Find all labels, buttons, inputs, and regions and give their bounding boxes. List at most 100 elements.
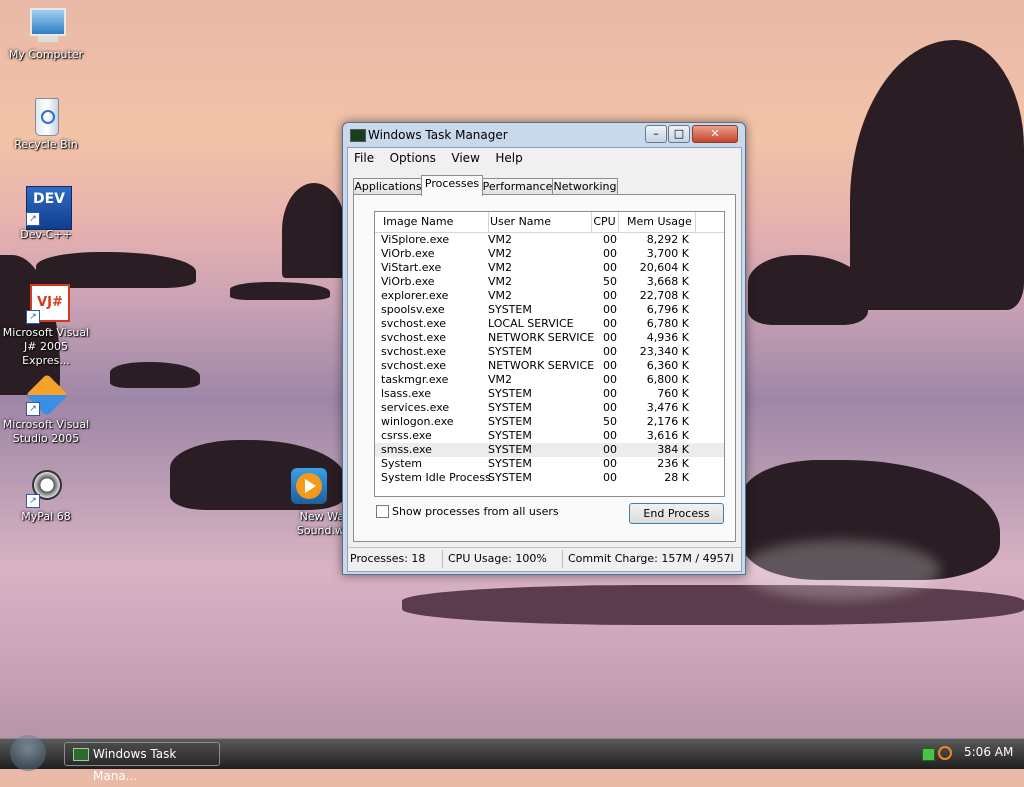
process-mem-usage: 2,176 K bbox=[646, 415, 689, 428]
title-bar[interactable]: Windows Task Manager – □ ✕ bbox=[343, 123, 745, 147]
tab-networking[interactable]: Networking bbox=[552, 178, 618, 195]
process-mem-usage: 6,796 K bbox=[646, 303, 689, 316]
process-mem-usage: 22,708 K bbox=[639, 289, 689, 302]
desktop-icon-label: Microsoft Visual bbox=[2, 418, 90, 431]
process-image-name: svchost.exe bbox=[381, 345, 447, 358]
process-user-name: LOCAL SERVICE bbox=[488, 317, 574, 330]
wallpaper-rock bbox=[36, 252, 196, 288]
desktop-icon-label: My Computer bbox=[8, 48, 84, 61]
process-user-name: SYSTEM bbox=[488, 457, 532, 470]
process-cpu: 00 bbox=[603, 401, 617, 414]
desktop-icon-mypal[interactable]: ↗ MyPal 68 bbox=[0, 468, 92, 524]
process-row[interactable]: spoolsv.exe SYSTEM 00 6,796 K bbox=[375, 303, 724, 317]
process-row[interactable]: explorer.exe VM2 00 22,708 K bbox=[375, 289, 724, 303]
task-manager-window[interactable]: Windows Task Manager – □ ✕ File Options … bbox=[342, 122, 746, 575]
desktop-icon-my-computer[interactable]: My Computer bbox=[0, 6, 92, 62]
process-row[interactable]: ViStart.exe VM2 00 20,604 K bbox=[375, 261, 724, 275]
process-user-name: SYSTEM bbox=[488, 387, 532, 400]
menu-help[interactable]: Help bbox=[489, 148, 528, 165]
end-process-button[interactable]: End Process bbox=[629, 503, 724, 524]
process-image-name: smss.exe bbox=[381, 443, 432, 456]
process-row[interactable]: ViSplore.exe VM2 00 8,292 K bbox=[375, 233, 724, 247]
process-cpu: 00 bbox=[603, 331, 617, 344]
desktop-icon-label: Studio 2005 bbox=[12, 432, 80, 445]
mypal-icon: ↗ bbox=[24, 468, 68, 508]
clock[interactable]: 5:06 AM bbox=[964, 745, 1013, 759]
process-image-name: ViSplore.exe bbox=[381, 233, 450, 246]
process-image-name: csrss.exe bbox=[381, 429, 432, 442]
desktop-icon-sound-file[interactable]: New Wa Sound.w bbox=[274, 468, 344, 538]
process-row[interactable]: ViOrb.exe VM2 00 3,700 K bbox=[375, 247, 724, 261]
taskbar-button-task-manager[interactable]: Windows Task Mana... bbox=[64, 742, 220, 783]
task-manager-icon bbox=[73, 748, 89, 761]
desktop-icon-visual-jsharp[interactable]: VJ# ↗ Microsoft Visual J# 2005 Expres... bbox=[0, 284, 92, 368]
show-all-users-option[interactable]: Show processes from all users bbox=[376, 504, 559, 518]
process-cpu: 00 bbox=[603, 303, 617, 316]
menu-options[interactable]: Options bbox=[384, 148, 442, 165]
process-row[interactable]: svchost.exe NETWORK SERVICE 00 6,360 K bbox=[375, 359, 724, 373]
process-row[interactable]: svchost.exe NETWORK SERVICE 00 4,936 K bbox=[375, 331, 724, 345]
process-user-name: SYSTEM bbox=[488, 443, 532, 456]
column-header-image-name[interactable]: Image Name bbox=[375, 212, 489, 232]
process-cpu: 00 bbox=[603, 373, 617, 386]
magnifier-icon[interactable] bbox=[938, 746, 952, 760]
process-image-name: System bbox=[381, 457, 423, 470]
process-row[interactable]: svchost.exe LOCAL SERVICE 00 6,780 K bbox=[375, 317, 724, 331]
status-commit-charge: Commit Charge: 157M / 4957I bbox=[568, 552, 734, 565]
process-user-name: SYSTEM bbox=[488, 345, 532, 358]
process-user-name: SYSTEM bbox=[488, 303, 532, 316]
process-user-name: VM2 bbox=[488, 373, 513, 386]
process-user-name: VM2 bbox=[488, 261, 513, 274]
tab-applications[interactable]: Applications bbox=[353, 178, 423, 195]
process-mem-usage: 28 K bbox=[664, 471, 689, 484]
start-button[interactable] bbox=[10, 735, 46, 771]
close-button[interactable]: ✕ bbox=[692, 125, 738, 143]
taskbar: Windows Task Mana... 5:06 AM bbox=[0, 735, 1024, 783]
process-row[interactable]: csrss.exe SYSTEM 00 3,616 K bbox=[375, 429, 724, 443]
process-user-name: VM2 bbox=[488, 233, 513, 246]
desktop-icon-dev-cpp[interactable]: DEV ↗ Dev-C++ bbox=[0, 186, 92, 242]
process-cpu: 00 bbox=[603, 359, 617, 372]
process-user-name: VM2 bbox=[488, 289, 513, 302]
process-row[interactable]: services.exe SYSTEM 00 3,476 K bbox=[375, 401, 724, 415]
process-mem-usage: 6,780 K bbox=[646, 317, 689, 330]
process-user-name: VM2 bbox=[488, 275, 513, 288]
column-header-cpu[interactable]: CPU bbox=[591, 212, 619, 232]
process-image-name: lsass.exe bbox=[381, 387, 431, 400]
process-cpu: 00 bbox=[603, 471, 617, 484]
process-row[interactable]: lsass.exe SYSTEM 00 760 K bbox=[375, 387, 724, 401]
process-list[interactable]: Image Name User Name CPU Mem Usage ViSpl… bbox=[374, 211, 725, 497]
desktop-icon-label: MyPal 68 bbox=[21, 510, 71, 523]
desktop-icon-recycle-bin[interactable]: Recycle Bin bbox=[0, 96, 92, 152]
process-row[interactable]: svchost.exe SYSTEM 00 23,340 K bbox=[375, 345, 724, 359]
process-user-name: SYSTEM bbox=[488, 429, 532, 442]
process-row[interactable]: winlogon.exe SYSTEM 50 2,176 K bbox=[375, 415, 724, 429]
process-row[interactable]: System Idle Process SYSTEM 00 28 K bbox=[375, 471, 724, 485]
network-icon[interactable] bbox=[922, 748, 935, 761]
menu-file[interactable]: File bbox=[348, 148, 380, 165]
show-all-users-checkbox[interactable] bbox=[376, 504, 389, 518]
process-cpu: 00 bbox=[603, 429, 617, 442]
process-cpu: 00 bbox=[603, 233, 617, 246]
desktop-icon-label: Microsoft Visual bbox=[2, 326, 90, 339]
minimize-button[interactable]: – bbox=[645, 125, 667, 143]
desktop-icon-visual-studio[interactable]: ↗ Microsoft Visual Studio 2005 bbox=[0, 373, 92, 446]
tab-processes[interactable]: Processes bbox=[421, 175, 483, 196]
process-row[interactable]: smss.exe SYSTEM 00 384 K bbox=[375, 443, 724, 457]
shortcut-arrow-icon: ↗ bbox=[26, 212, 40, 226]
process-row[interactable]: System SYSTEM 00 236 K bbox=[375, 457, 724, 471]
process-row[interactable]: ViOrb.exe VM2 50 3,668 K bbox=[375, 275, 724, 289]
window-title: Windows Task Manager bbox=[368, 128, 508, 142]
tab-performance[interactable]: Performance bbox=[481, 178, 554, 195]
process-user-name: NETWORK SERVICE bbox=[488, 359, 595, 372]
process-row[interactable]: taskmgr.exe VM2 00 6,800 K bbox=[375, 373, 724, 387]
process-cpu: 00 bbox=[603, 289, 617, 302]
column-header-mem-usage[interactable]: Mem Usage bbox=[619, 212, 696, 232]
menu-view[interactable]: View bbox=[445, 148, 485, 165]
maximize-button[interactable]: □ bbox=[668, 125, 690, 143]
process-image-name: ViOrb.exe bbox=[381, 247, 435, 260]
process-mem-usage: 384 K bbox=[657, 443, 689, 456]
window-client: File Options View Help Applications Proc… bbox=[347, 147, 742, 572]
process-image-name: svchost.exe bbox=[381, 331, 447, 344]
column-header-user-name[interactable]: User Name bbox=[488, 212, 592, 232]
